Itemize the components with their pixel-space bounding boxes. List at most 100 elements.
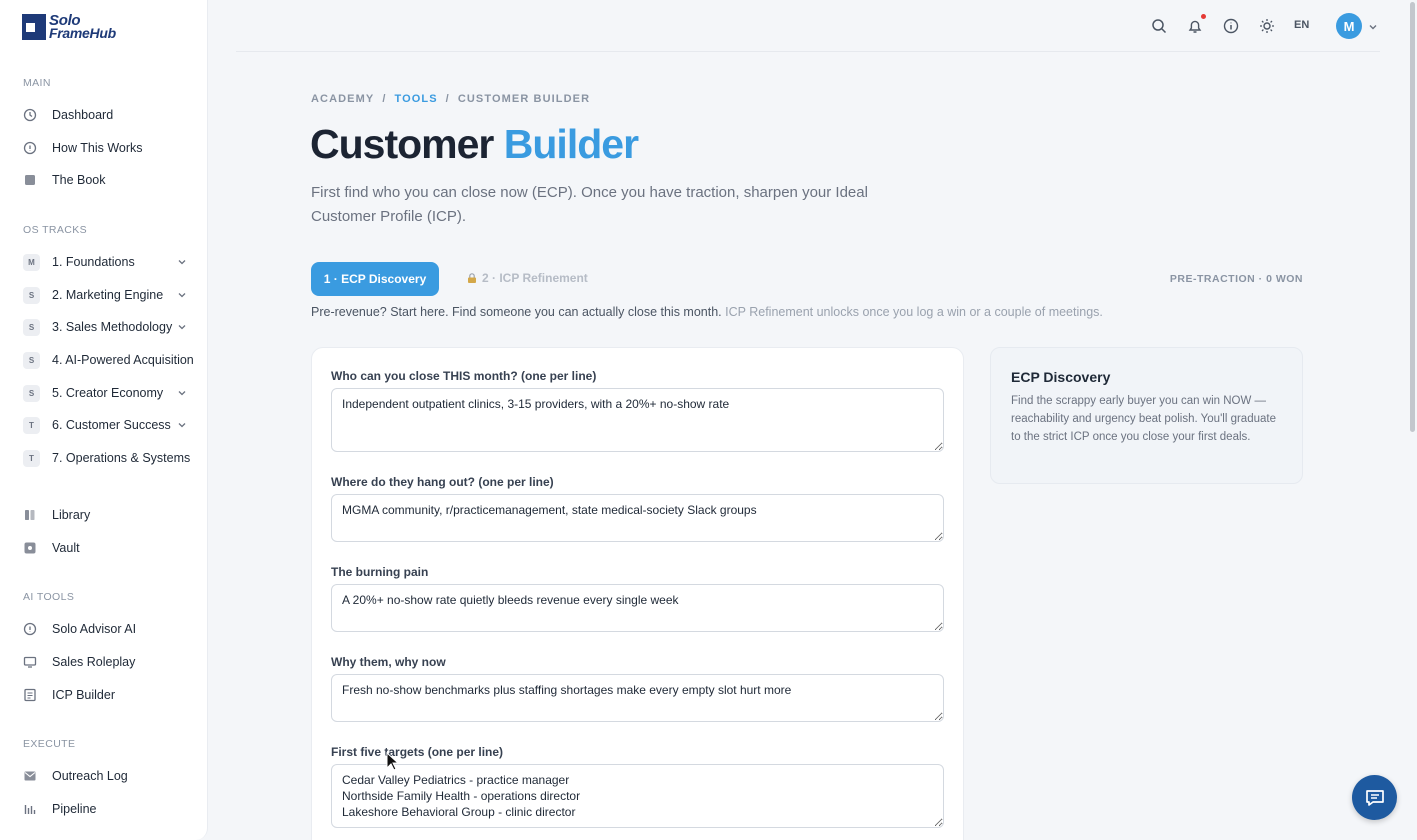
top-bar: EN M [236, 0, 1380, 52]
help-card-title: ECP Discovery [1011, 369, 1111, 385]
sidebar-item-sales-methodology[interactable]: S 3. Sales Methodology [23, 314, 198, 340]
bars-icon [23, 802, 37, 816]
sidebar-item-label: 5. Creator Economy [52, 386, 164, 400]
page-title: Customer Builder [310, 121, 639, 168]
sidebar-item-vault[interactable]: Vault [23, 535, 198, 561]
sidebar-item-label: 4. AI-Powered Acquisition [52, 353, 194, 367]
avatar[interactable]: M [1336, 13, 1362, 39]
info-main-text: Pre-revenue? Start here. Find someone yo… [311, 305, 722, 319]
chat-icon [1365, 789, 1384, 806]
sidebar-item-label: Outreach Log [52, 769, 128, 783]
chevron-down-icon[interactable] [176, 387, 188, 399]
sidebar-item-pipeline[interactable]: Pipeline [23, 796, 198, 822]
info-line: Pre-revenue? Start here. Find someone yo… [311, 305, 1103, 319]
sidebar-item-label: ICP Builder [52, 688, 115, 702]
chevron-down-icon[interactable] [1367, 21, 1379, 33]
chevron-down-icon[interactable] [176, 321, 188, 333]
sidebar: Solo FrameHub MAIN Dashboard How This Wo… [0, 0, 208, 840]
ecp-discovery-help-card: ECP Discovery Find the scrappy early buy… [990, 347, 1303, 484]
page-title-main: Customer [310, 121, 494, 167]
section-heading-execute: EXECUTE [23, 738, 76, 750]
track-badge: S [23, 318, 40, 336]
search-icon[interactable] [1150, 17, 1168, 35]
chevron-down-icon[interactable] [176, 256, 188, 268]
sidebar-item-label: Pipeline [52, 802, 97, 816]
breadcrumb: ACADEMY / TOOLS / CUSTOMER BUILDER [311, 93, 590, 105]
sidebar-item-how-this-works[interactable]: How This Works [23, 135, 198, 161]
help-card-body: Find the scrappy early buyer you can win… [1011, 395, 1276, 443]
track-badge: S [23, 286, 40, 304]
why-now-field[interactable]: Fresh no-show benchmarks plus staffing s… [331, 674, 944, 722]
sidebar-item-label: Dashboard [52, 108, 114, 122]
close-this-month-field[interactable]: Independent outpatient clinics, 3-15 pro… [331, 388, 944, 452]
sidebar-item-operations-systems[interactable]: T 7. Operations & Systems [23, 445, 198, 471]
brand-logo[interactable]: Solo FrameHub [22, 13, 116, 41]
sidebar-item-label: 7. Operations & Systems [52, 451, 191, 465]
traction-status: PRE-TRACTION · 0 WON [1169, 273, 1303, 285]
sidebar-item-label: Vault [52, 541, 80, 555]
sidebar-item-dashboard[interactable]: Dashboard [23, 102, 198, 128]
scrollbar-thumb[interactable] [1410, 2, 1415, 432]
sidebar-item-customer-success[interactable]: T 6. Customer Success [23, 412, 198, 438]
monitor-icon [23, 655, 37, 669]
sidebar-item-label: 6. Customer Success [52, 418, 171, 432]
mouse-cursor-icon [386, 752, 400, 771]
info-icon[interactable] [1222, 17, 1240, 35]
field-label-close-this-month: Who can you close THIS month? (one per l… [331, 369, 597, 383]
hang-out-field[interactable]: MGMA community, r/practicemanagement, st… [331, 494, 944, 542]
field-label-why-now: Why them, why now [331, 655, 446, 669]
sidebar-item-the-book[interactable]: The Book [23, 167, 198, 193]
sidebar-item-label: Library [52, 508, 91, 522]
sidebar-item-label: 1. Foundations [52, 255, 135, 269]
sidebar-item-label: 2. Marketing Engine [52, 288, 164, 302]
breadcrumb-separator: / [445, 93, 450, 105]
field-label-first-five-targets: First five targets (one per line) [331, 745, 504, 759]
sidebar-item-label: 3. Sales Methodology [52, 320, 173, 334]
book-icon [23, 173, 37, 187]
page-subtitle: First find who you can close now (ECP). … [311, 184, 868, 225]
lock-icon [468, 273, 476, 283]
sidebar-item-solo-advisor-ai[interactable]: Solo Advisor AI [23, 616, 198, 642]
breadcrumb-academy[interactable]: ACADEMY [311, 93, 374, 105]
first-five-targets-field[interactable]: Cedar Valley Pediatrics - practice manag… [331, 764, 944, 828]
brand-name: Solo FrameHub [49, 13, 116, 41]
breadcrumb-tools[interactable]: TOOLS [394, 93, 437, 105]
track-badge: S [23, 384, 40, 402]
track-badge: T [23, 416, 40, 434]
section-heading-ai-tools: AI TOOLS [23, 591, 75, 603]
info-icon [23, 141, 37, 155]
field-label-hang-out: Where do they hang out? (one per line) [331, 475, 554, 489]
sidebar-item-sales-roleplay[interactable]: Sales Roleplay [23, 649, 198, 675]
sidebar-item-outreach-log[interactable]: Outreach Log [23, 763, 198, 789]
sidebar-item-icp-builder[interactable]: ICP Builder [23, 682, 198, 708]
breadcrumb-current: CUSTOMER BUILDER [457, 93, 591, 105]
notifications-button[interactable] [1186, 14, 1206, 35]
clock-icon [23, 108, 37, 122]
chevron-down-icon[interactable] [176, 419, 188, 431]
notification-dot [1201, 14, 1206, 19]
bell-icon [1188, 20, 1202, 33]
library-icon [23, 508, 37, 522]
sidebar-item-creator-economy[interactable]: S 5. Creator Economy [23, 380, 198, 406]
sidebar-item-foundations[interactable]: M 1. Foundations [23, 249, 198, 275]
brand-line-2: FrameHub [49, 25, 116, 41]
chevron-down-icon[interactable] [176, 289, 188, 301]
breadcrumb-separator: / [382, 93, 387, 105]
language-switcher[interactable]: EN [1294, 19, 1309, 31]
mail-icon [23, 769, 37, 783]
sidebar-item-marketing-engine[interactable]: S 2. Marketing Engine [23, 282, 198, 308]
sidebar-item-library[interactable]: Library [23, 502, 198, 528]
sidebar-item-label: Sales Roleplay [52, 655, 136, 669]
burning-pain-field[interactable]: A 20%+ no-show rate quietly bleeds reven… [331, 584, 944, 632]
tab-ecp-discovery[interactable]: 1 · ECP Discovery [311, 262, 439, 296]
sun-icon[interactable] [1258, 17, 1276, 35]
advisor-icon [23, 622, 37, 636]
chat-button[interactable] [1352, 775, 1397, 820]
tab-icp-refinement-label: 2 · ICP Refinement [482, 271, 588, 285]
sidebar-item-label: How This Works [52, 141, 143, 155]
tab-icp-refinement[interactable]: 2 · ICP Refinement [466, 271, 588, 285]
sidebar-item-ai-powered-acquisition[interactable]: S 4. AI-Powered Acquisition [23, 347, 198, 373]
vault-icon [23, 541, 37, 555]
scrollbar[interactable] [1410, 0, 1415, 840]
document-icon [23, 688, 37, 702]
